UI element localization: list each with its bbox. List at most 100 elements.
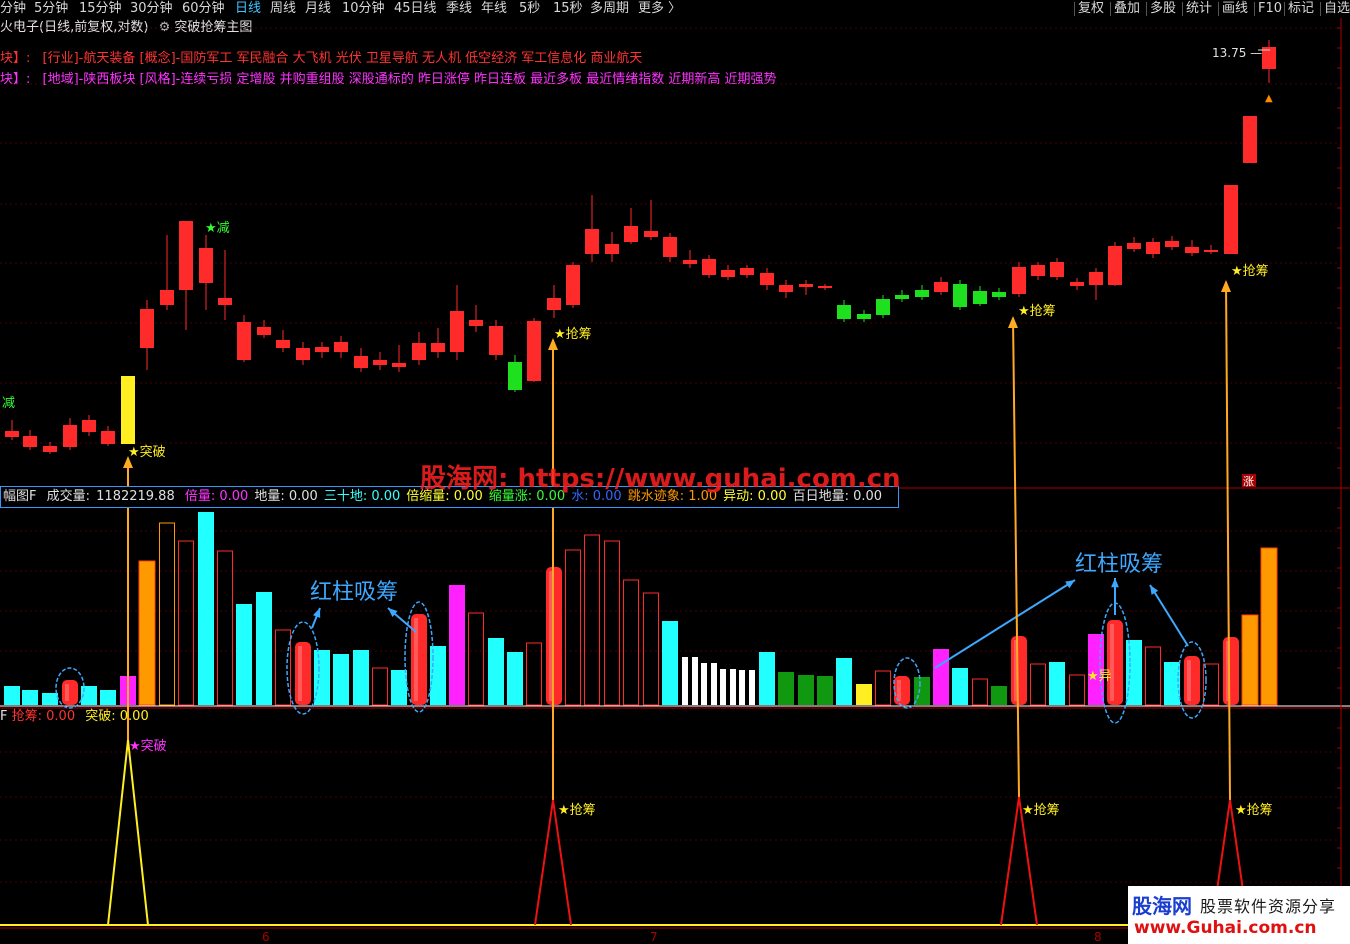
volume-bar-23: [449, 585, 465, 705]
indicator-legend: F 抢筹: 0.00 突破: 0.00: [0, 708, 149, 726]
grab-arrow-3-head: [1221, 280, 1231, 292]
volume-legend-item-1: 地量: 0.00: [254, 489, 318, 504]
candle-63: [1224, 185, 1238, 254]
candle-38: [740, 268, 754, 275]
candle-9: [179, 221, 193, 290]
date-label-2: 7: [650, 930, 658, 944]
volume-bar-59: [1145, 646, 1161, 706]
volume-bar-0: [4, 686, 20, 705]
volume-value: 1182219.88: [96, 489, 175, 504]
volume-bar-62: [1203, 663, 1219, 706]
date-label-3: 8: [1094, 930, 1102, 944]
candle-29: [566, 265, 580, 305]
candle-17: [334, 342, 348, 352]
volume-bar-30: [584, 534, 600, 706]
volume-bar-gap: [726, 669, 730, 705]
candle-10: [199, 248, 213, 283]
volume-indicator-name: 幅图F: [3, 489, 37, 504]
site-logo: 股海网 股票软件资源分享 www.Guhai.com.cn: [1128, 886, 1350, 944]
volume-bar-3: [62, 680, 78, 705]
volume-bar-60: [1164, 662, 1180, 705]
candle-53: [1031, 265, 1045, 276]
candle-59: [1146, 242, 1160, 254]
candle-7: [140, 309, 154, 348]
volume-legend-item-2: 三十地: 0.00: [323, 489, 401, 504]
grab-label: 抢筹:: [11, 709, 43, 724]
anno-arrow-5: [1149, 584, 1189, 647]
break-value: 0.00: [119, 709, 149, 724]
candle-58: [1127, 243, 1141, 249]
candle-2: [43, 446, 57, 452]
volume-bar-51: [991, 686, 1007, 705]
volume-bar-52: [1011, 636, 1027, 705]
candle-60: [1165, 241, 1179, 247]
candle-62: [1204, 250, 1218, 252]
volume-bar-12: [236, 604, 252, 705]
candle-11: [218, 298, 232, 305]
candle-16: [315, 347, 329, 352]
volume-bar-49: [952, 668, 968, 705]
candle-36: [702, 259, 716, 275]
candle-15: [296, 348, 310, 360]
candle-57: [1108, 246, 1122, 285]
volume-bar-55: [1069, 674, 1085, 706]
candle-0: [5, 431, 19, 437]
candle-42: [818, 286, 832, 288]
volume-bar-31: [604, 540, 620, 706]
grab-peak-3-label: ★抢筹: [1235, 802, 1273, 818]
volume-bar-13: [256, 592, 272, 705]
anno-arrow-4-head: [1111, 578, 1119, 588]
signal-grab-1: ★抢筹: [554, 326, 592, 342]
candle-32: [624, 226, 638, 242]
volume-bar-26: [507, 652, 523, 705]
candle-51: [992, 292, 1006, 297]
volume-bar-48: [933, 649, 949, 705]
volume-bar-32: [623, 579, 639, 706]
signal-breakout: ★突破: [128, 444, 166, 460]
candle-26: [508, 362, 522, 390]
volume-bar-24: [468, 612, 484, 706]
grab-value: 0.00: [46, 709, 76, 724]
volume-bar-65: [1261, 548, 1277, 705]
volume-bar-43: [836, 658, 852, 705]
volume-bar-shine: [65, 684, 69, 701]
candle-37: [721, 270, 735, 277]
grab-peak-2-label: ★抢筹: [1022, 802, 1060, 818]
volume-bar-5: [100, 690, 116, 705]
candle-44: [857, 314, 871, 319]
grab-arrow-2: [1012, 317, 1020, 798]
signal-yi: ★异: [1087, 669, 1112, 684]
volume-bar-18: [353, 650, 369, 705]
candle-28: [547, 298, 561, 310]
candle-20: [392, 363, 406, 367]
signal-grab-3: ★抢筹: [1231, 263, 1269, 279]
indicator-breakout-label: ★突破: [129, 738, 167, 754]
candle-34: [663, 237, 677, 257]
candle-12: [237, 322, 251, 360]
annotation-left: 红柱吸筹: [310, 580, 399, 605]
candle-4: [82, 420, 96, 432]
watermark-text: 股海网: https://www.guhai.com.cn: [420, 464, 901, 494]
candle-18: [354, 356, 368, 368]
volume-bar-shine: [1187, 660, 1191, 701]
volume-bar-19: [372, 667, 388, 706]
volume-bar-57: [1107, 620, 1123, 705]
candle-31: [605, 244, 619, 254]
candle-30: [585, 229, 599, 254]
candle-56: [1089, 272, 1103, 285]
candle-45: [876, 299, 890, 315]
candle-54: [1050, 262, 1064, 277]
candle-19: [373, 360, 387, 365]
candle-61: [1185, 247, 1199, 253]
candle-22: [431, 343, 445, 352]
volume-label: 成交量:: [46, 489, 91, 504]
volume-bar-27: [526, 642, 542, 706]
volume-legend-item-0: 倍量: 0.00: [184, 489, 249, 504]
signal-reduce: ★减: [205, 221, 230, 236]
grab-arrow-3: [1225, 281, 1231, 801]
volume-bar-45: [875, 670, 891, 706]
grab-peak-1-label: ★抢筹: [558, 802, 596, 818]
volume-bar-34: [662, 621, 678, 705]
volume-bar-2: [42, 693, 58, 705]
candle-43: [837, 305, 851, 319]
